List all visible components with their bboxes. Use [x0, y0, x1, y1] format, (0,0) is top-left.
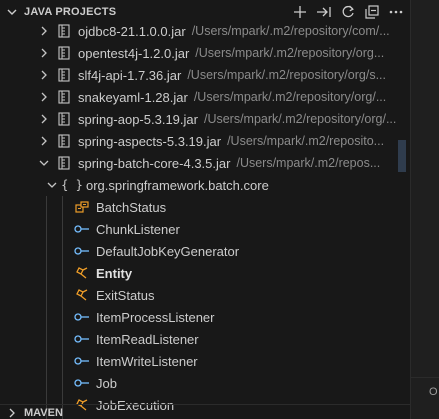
plus-icon[interactable] [292, 4, 308, 20]
class-label: Job [96, 375, 117, 391]
tree-item-jar[interactable]: opentest4j-1.2.0.jar /Users/mpark/.m2/re… [0, 42, 410, 64]
panel-title: JAVA PROJECTS [24, 6, 117, 18]
interface-icon [74, 375, 90, 391]
tree-item-class[interactable]: ItemProcessListener [0, 306, 410, 328]
interface-icon [74, 243, 90, 259]
tree-item-jar[interactable]: spring-aop-5.3.19.jar /Users/mpark/.m2/r… [0, 108, 410, 130]
class-label: ItemWriteListener [96, 353, 198, 369]
header-actions [292, 4, 410, 20]
chevron-right-icon[interactable] [36, 67, 52, 83]
interface-icon [74, 353, 90, 369]
editor-area: O [410, 0, 439, 419]
jar-path: /Users/mpark/.m2/reposito... [227, 134, 385, 148]
class-label: ExitStatus [96, 287, 155, 303]
chevron-down-icon[interactable] [36, 155, 52, 171]
jar-icon [56, 45, 72, 61]
tree-item-jar[interactable]: spring-aspects-5.3.19.jar /Users/mpark/.… [0, 130, 410, 152]
jar-label: slf4j-api-1.7.36.jar [78, 67, 182, 83]
arrow-right-to-bar-icon[interactable] [316, 4, 332, 20]
class-icon [74, 287, 90, 303]
class-label: ItemProcessListener [96, 309, 215, 325]
refresh-icon[interactable] [340, 4, 356, 20]
jar-icon [56, 133, 72, 149]
chevron-right-icon[interactable] [36, 23, 52, 39]
tree-item-package[interactable]: { } org.springframework.batch.core [0, 174, 410, 196]
package-label: org.springframework.batch.core [86, 177, 269, 193]
collapse-all-icon[interactable] [364, 4, 380, 20]
jar-label: spring-batch-core-4.3.5.jar [78, 155, 231, 171]
maven-section-header[interactable]: MAVEN [0, 404, 410, 419]
jar-path: /Users/mpark/.m2/repository/com/... [191, 24, 390, 38]
tree-item-jar[interactable]: snakeyaml-1.28.jar /Users/mpark/.m2/repo… [0, 86, 410, 108]
jar-label: spring-aop-5.3.19.jar [78, 111, 198, 127]
jar-label: spring-aspects-5.3.19.jar [78, 133, 222, 149]
jar-path: /Users/mpark/.m2/repository/org/s... [187, 68, 386, 82]
interface-icon [74, 309, 90, 325]
jar-label: ojdbc8-21.1.0.0.jar [78, 23, 186, 39]
tree-item-class[interactable]: ItemReadListener [0, 328, 410, 350]
class-label: Entity [96, 265, 133, 281]
tree-item-class[interactable]: Job [0, 372, 410, 394]
tree-item-class[interactable]: Entity [0, 262, 410, 284]
jar-path: /Users/mpark/.m2/repository/org... [195, 46, 385, 60]
more-icon[interactable] [388, 4, 404, 20]
chevron-right-icon[interactable] [36, 133, 52, 149]
jar-path: /Users/mpark/.m2/repository/org/... [193, 90, 387, 104]
chevron-down-icon[interactable] [44, 177, 60, 193]
class-label: BatchStatus [96, 199, 167, 215]
jar-icon [56, 155, 72, 171]
interface-icon [74, 331, 90, 347]
tree-item-jar[interactable]: ojdbc8-21.1.0.0.jar /Users/mpark/.m2/rep… [0, 20, 410, 42]
class-label: ChunkListener [96, 221, 180, 237]
interface-icon [74, 221, 90, 237]
java-projects-panel: JAVA PROJECTS ojdbc8-21.1.0.0.jar /Users… [0, 0, 410, 419]
jar-icon [56, 23, 72, 39]
tree-item-jar[interactable]: slf4j-api-1.7.36.jar /Users/mpark/.m2/re… [0, 64, 410, 86]
tree-item-jar-expanded[interactable]: spring-batch-core-4.3.5.jar /Users/mpark… [0, 152, 410, 174]
class-icon [74, 265, 90, 281]
maven-title: MAVEN [24, 406, 63, 419]
tree-item-class[interactable]: ExitStatus [0, 284, 410, 306]
output-tab-label[interactable]: O [429, 386, 438, 398]
jar-icon [56, 111, 72, 127]
jar-icon [56, 89, 72, 105]
chevron-right-icon[interactable] [36, 89, 52, 105]
scrollbar-thumb[interactable] [398, 140, 406, 172]
jar-label: opentest4j-1.2.0.jar [78, 45, 190, 61]
chevron-right-icon[interactable] [36, 111, 52, 127]
jar-path: /Users/mpark/.m2/repository/org/... [203, 112, 397, 126]
class-label: ItemReadListener [96, 331, 199, 347]
chevron-down-icon[interactable] [0, 7, 24, 17]
package-braces-icon: { } [61, 178, 83, 192]
tree-item-class[interactable]: ChunkListener [0, 218, 410, 240]
jar-label: snakeyaml-1.28.jar [78, 89, 188, 105]
divider [411, 377, 439, 378]
enum-icon [74, 199, 90, 215]
jar-icon [56, 67, 72, 83]
chevron-right-icon[interactable] [36, 45, 52, 61]
jar-path: /Users/mpark/.m2/repos... [236, 156, 381, 170]
chevron-right-icon[interactable] [0, 408, 24, 418]
tree-item-class[interactable]: DefaultJobKeyGenerator [0, 240, 410, 262]
tree-item-class[interactable]: BatchStatus [0, 196, 410, 218]
class-label: DefaultJobKeyGenerator [96, 243, 240, 259]
tree-item-class[interactable]: ItemWriteListener [0, 350, 410, 372]
